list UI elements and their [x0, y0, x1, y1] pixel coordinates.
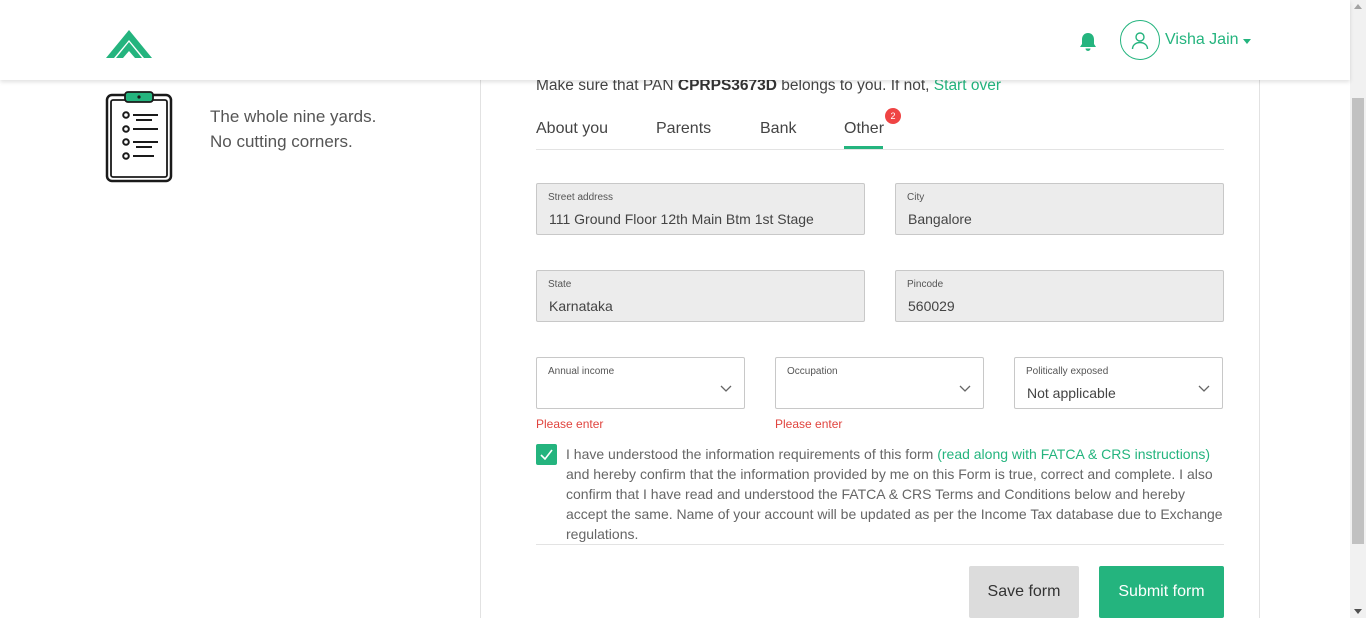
scroll-down-arrow-icon[interactable] — [1354, 609, 1362, 614]
street-address-value: 111 Ground Floor 12th Main Btm 1st Stage — [549, 211, 814, 227]
annual-income-label: Annual income — [548, 366, 615, 377]
chevron-down-icon — [959, 385, 971, 392]
user-icon — [1131, 32, 1149, 50]
tab-other-badge: 2 — [885, 108, 901, 124]
save-form-button[interactable]: Save form — [969, 566, 1079, 618]
city-label: City — [907, 192, 925, 203]
state-label: State — [548, 279, 572, 290]
fatca-crs-instructions-link[interactable]: (read along with FATCA & CRS instruction… — [937, 446, 1210, 462]
street-address-label: Street address — [548, 192, 614, 203]
scroll-up-arrow-icon[interactable] — [1354, 4, 1362, 9]
caret-down-icon — [1242, 38, 1251, 44]
consent-checkbox[interactable] — [536, 444, 557, 465]
consent-text-before: I have understood the information requir… — [566, 446, 934, 462]
page-scrollbar[interactable] — [1350, 0, 1366, 618]
submit-form-button[interactable]: Submit form — [1099, 566, 1224, 618]
tagline: The whole nine yards. No cutting corners… — [210, 104, 376, 154]
consent-text: I have understood the information requir… — [566, 444, 1226, 544]
top-header: Visha Jain — [0, 0, 1350, 80]
pincode-field[interactable]: Pincode 560029 — [895, 270, 1224, 322]
form-divider — [536, 544, 1224, 545]
tab-about-you[interactable]: About you — [536, 120, 608, 138]
bell-icon[interactable] — [1077, 31, 1099, 53]
politically-exposed-label: Politically exposed — [1026, 366, 1109, 377]
street-address-field[interactable]: Street address 111 Ground Floor 12th Mai… — [536, 183, 865, 235]
user-menu[interactable]: Visha Jain — [1165, 31, 1251, 49]
tagline-line-1: The whole nine yards. — [210, 107, 377, 126]
state-value: Karnataka — [549, 298, 613, 314]
chevron-down-icon — [720, 385, 732, 392]
city-field[interactable]: City Bangalore — [895, 183, 1224, 235]
user-name-label: Visha Jain — [1165, 31, 1239, 48]
occupation-error: Please enter — [775, 417, 843, 431]
pincode-label: Pincode — [907, 279, 944, 290]
tab-parents[interactable]: Parents — [656, 120, 711, 138]
tab-other[interactable]: Other — [844, 120, 884, 138]
chevron-down-icon — [1198, 385, 1210, 392]
annual-income-select[interactable]: Annual income — [536, 357, 745, 409]
city-value: Bangalore — [908, 211, 972, 227]
clipboard-checklist-icon — [105, 91, 173, 183]
logo-icon[interactable] — [106, 24, 152, 58]
tab-bank[interactable]: Bank — [760, 120, 796, 138]
checkmark-icon — [540, 449, 553, 460]
tagline-line-2: No cutting corners. — [210, 132, 353, 151]
pincode-value: 560029 — [908, 298, 955, 314]
occupation-select[interactable]: Occupation — [775, 357, 984, 409]
form-tabs: About you Parents Bank Other 2 — [536, 108, 1224, 150]
state-field[interactable]: State Karnataka — [536, 270, 865, 322]
scroll-thumb[interactable] — [1352, 98, 1364, 544]
user-avatar[interactable] — [1120, 20, 1160, 60]
politically-exposed-select[interactable]: Politically exposed Not applicable — [1014, 357, 1223, 409]
active-tab-indicator — [844, 146, 883, 149]
consent-text-after: and hereby confirm that the information … — [566, 466, 1223, 542]
occupation-label: Occupation — [787, 366, 838, 377]
politically-exposed-value: Not applicable — [1027, 385, 1116, 401]
annual-income-error: Please enter — [536, 417, 604, 431]
